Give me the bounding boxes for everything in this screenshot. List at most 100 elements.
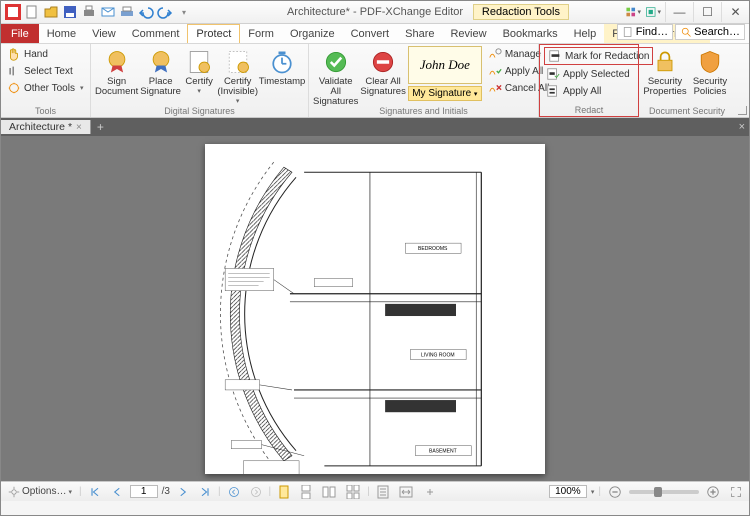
sign-document-button[interactable]: Sign Document: [95, 46, 138, 97]
workspace[interactable]: BEDROOMS LIVING ROOM BASEMENT: [1, 136, 749, 481]
search-box[interactable]: Search…: [675, 24, 745, 40]
fit-visible-button[interactable]: [420, 486, 440, 498]
security-properties-button[interactable]: Security Properties: [643, 46, 687, 97]
tab-protect[interactable]: Protect: [187, 24, 240, 43]
other-tools[interactable]: Other Tools▾: [5, 80, 85, 96]
place-signature-button[interactable]: Place Signature: [140, 46, 181, 97]
certify-button[interactable]: Certify▾: [183, 46, 215, 95]
window-title: Architecture* - PDF-XChange Editor: [287, 6, 463, 18]
nav-forward-button[interactable]: [247, 486, 265, 498]
search-label: Search…: [694, 26, 740, 38]
svg-text:BEDROOMS: BEDROOMS: [418, 246, 448, 252]
fullscreen-button[interactable]: [727, 486, 745, 498]
new-icon[interactable]: [24, 4, 40, 20]
zoom-slider[interactable]: [629, 490, 699, 494]
search-icon: [680, 26, 692, 38]
page-total: /3: [162, 486, 170, 497]
scan-icon[interactable]: [119, 4, 135, 20]
signature-preview[interactable]: John Doe: [408, 46, 482, 84]
tab-organize[interactable]: Organize: [282, 24, 343, 43]
tab-review[interactable]: Review: [442, 24, 494, 43]
zoom-input[interactable]: [549, 485, 587, 498]
find-label: Find…: [636, 26, 668, 38]
tab-bookmarks[interactable]: Bookmarks: [495, 24, 566, 43]
dsig-group-label: Digital Signatures: [91, 106, 308, 116]
page-icon: [622, 26, 634, 38]
docsec-group-label: Document Security: [639, 106, 735, 116]
document-tab[interactable]: Architecture *×: [1, 120, 91, 134]
new-tab-button[interactable]: +: [91, 120, 110, 134]
first-page-button[interactable]: [86, 486, 104, 498]
redact-group-label: Redact: [540, 105, 638, 115]
zoom-out-button[interactable]: [605, 485, 625, 499]
tab-form[interactable]: Form: [240, 24, 282, 43]
svg-text:LIVING ROOM: LIVING ROOM: [421, 353, 455, 359]
two-page-continuous-view[interactable]: [343, 485, 363, 499]
nav-back-button[interactable]: [225, 486, 243, 498]
security-policies-button[interactable]: Security Policies: [689, 46, 731, 97]
save-icon[interactable]: [62, 4, 78, 20]
fit-page-button[interactable]: [374, 485, 392, 499]
minimize-button[interactable]: —: [665, 2, 693, 22]
select-text-tool[interactable]: ISelect Text: [5, 63, 85, 79]
qat-more-icon[interactable]: ▾: [176, 4, 192, 20]
prev-page-button[interactable]: [108, 486, 126, 498]
tools-group-label: Tools: [1, 106, 90, 116]
digital-signatures-group: Sign Document Place Signature Certify▾ C…: [91, 44, 309, 117]
single-page-view[interactable]: [275, 485, 293, 499]
email-icon[interactable]: [100, 4, 116, 20]
my-signature-button[interactable]: My Signature ▾: [408, 86, 482, 101]
context-tab-title: Redaction Tools: [473, 4, 569, 20]
close-all-tabs-icon[interactable]: ×: [739, 121, 745, 133]
svg-text:I: I: [9, 67, 12, 78]
hand-tool[interactable]: Hand: [5, 46, 85, 62]
find-box[interactable]: Find…: [617, 24, 673, 40]
clear-all-button[interactable]: Clear All Signatures: [360, 46, 405, 97]
close-button[interactable]: ✕: [721, 2, 749, 22]
apply-all-redaction-button[interactable]: Apply All: [544, 83, 653, 99]
certify-invisible-button[interactable]: Certify (Invisible)▾: [217, 46, 258, 105]
tab-comment[interactable]: Comment: [124, 24, 188, 43]
close-tab-icon[interactable]: ×: [76, 122, 82, 133]
open-icon[interactable]: [43, 4, 59, 20]
next-page-button[interactable]: [174, 486, 192, 498]
tab-convert[interactable]: Convert: [343, 24, 398, 43]
title-bar: ▾ Architecture* - PDF-XChange Editor Red…: [1, 1, 749, 24]
tab-view[interactable]: View: [84, 24, 124, 43]
redact-group: Mark for Redaction Apply Selected Apply …: [539, 44, 639, 117]
page-number-input[interactable]: [130, 485, 158, 498]
maximize-button[interactable]: ☐: [693, 2, 721, 22]
architecture-drawing: BEDROOMS LIVING ROOM BASEMENT: [213, 152, 537, 474]
menu-bar: File Home View Comment Protect Form Orga…: [1, 24, 749, 44]
ribbon: Hand ISelect Text Other Tools▾ Tools Sig…: [1, 44, 749, 118]
validate-all-button[interactable]: Validate All Signatures: [313, 46, 358, 107]
apply-selected-redaction-button[interactable]: Apply Selected: [544, 66, 653, 82]
undo-icon[interactable]: [138, 4, 154, 20]
tab-share[interactable]: Share: [397, 24, 442, 43]
title-right-icons: [625, 4, 661, 20]
tab-home[interactable]: Home: [39, 24, 84, 43]
print-icon[interactable]: [81, 4, 97, 20]
gear-icon: [8, 486, 20, 498]
options-button[interactable]: Options…▾: [5, 486, 75, 498]
document-page[interactable]: BEDROOMS LIVING ROOM BASEMENT: [205, 144, 545, 474]
zoom-in-button[interactable]: [703, 485, 723, 499]
tab-help[interactable]: Help: [566, 24, 605, 43]
document-tab-strip: Architecture *× + ×: [1, 118, 749, 136]
window-controls: — ☐ ✕: [665, 2, 749, 22]
document-security-group: Security Properties Security Policies Do…: [639, 44, 735, 117]
last-page-button[interactable]: [196, 486, 214, 498]
sigs-group-label: Signatures and Initials: [309, 106, 538, 116]
quick-access-toolbar: ▾: [1, 4, 196, 20]
timestamp-button[interactable]: Timestamp: [260, 46, 304, 87]
mark-for-redaction-button[interactable]: Mark for Redaction: [544, 47, 653, 65]
fit-width-button[interactable]: [396, 486, 416, 498]
redo-icon[interactable]: [157, 4, 173, 20]
continuous-view[interactable]: [297, 485, 315, 499]
file-tab[interactable]: File: [1, 24, 39, 43]
svg-text:BASEMENT: BASEMENT: [429, 449, 457, 455]
two-page-view[interactable]: [319, 485, 339, 499]
launch-app-icon[interactable]: [645, 4, 661, 20]
ui-style-icon[interactable]: [625, 4, 641, 20]
signatures-initials-group: Validate All Signatures Clear All Signat…: [309, 44, 539, 117]
